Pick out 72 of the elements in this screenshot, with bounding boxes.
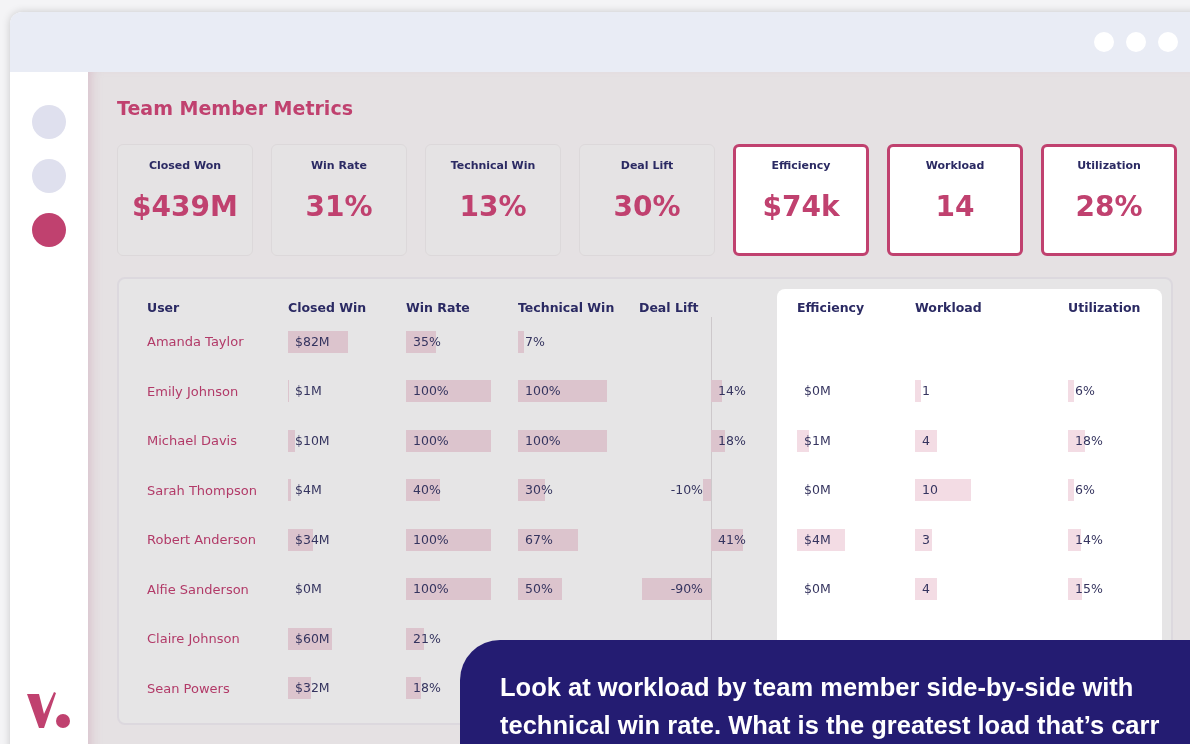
table-cell: $32M — [288, 677, 330, 700]
table-cell: 100% — [406, 528, 491, 551]
user-name: Alfie Sanderson — [147, 581, 250, 597]
table-cell: 67% — [518, 528, 578, 551]
table-cell: 41% — [711, 528, 746, 551]
user-name: Amanda Taylor — [147, 334, 245, 350]
table-cell: 100% — [518, 380, 607, 403]
table-cell: 50% — [518, 578, 563, 601]
nav-item[interactable] — [32, 213, 66, 247]
metric-label: Utilization — [1077, 159, 1141, 172]
table-cell: $1M — [797, 429, 831, 452]
table-cell: 14% — [1068, 528, 1103, 551]
table-cell: 100% — [406, 380, 491, 403]
table-cell: 100% — [406, 429, 491, 452]
table-cell: 100% — [518, 429, 607, 452]
column-header: Efficiency — [797, 299, 866, 315]
table-cell: 15% — [1068, 578, 1103, 601]
table-cell: 14% — [711, 380, 746, 403]
metric-label: Win Rate — [310, 159, 368, 172]
metric-value: $439M — [132, 190, 238, 223]
column-header: User — [147, 299, 181, 315]
metric-value: 31% — [305, 190, 373, 223]
metric-label: Workload — [925, 159, 985, 172]
table-cell: 3 — [915, 528, 932, 551]
table-cell: $10M — [288, 429, 330, 452]
table-cell: 6% — [1068, 380, 1095, 403]
table-cell: 6% — [1068, 479, 1095, 502]
table-cell: 4 — [915, 429, 938, 452]
column-header: Workload — [915, 299, 983, 315]
table-cell: 18% — [1068, 429, 1103, 452]
table-cell: $4M — [797, 528, 845, 551]
table-cell: 10 — [915, 479, 971, 502]
page-title: Team Member Metrics — [117, 96, 354, 121]
user-name: Robert Anderson — [147, 532, 257, 548]
table-cell: -90% — [641, 578, 711, 601]
metric-value: 13% — [459, 190, 527, 223]
user-name: Sarah Thompson — [147, 482, 258, 498]
metric-value: $74k — [762, 190, 840, 223]
metric-label: Efficiency — [771, 159, 831, 172]
table-cell: 1 — [915, 380, 930, 403]
user-name: Emily Johnson — [147, 383, 240, 399]
table-cell: $34M — [288, 528, 330, 551]
user-name: Michael Davis — [147, 433, 238, 449]
column-header: Deal Lift — [639, 299, 700, 315]
table-cell: 35% — [406, 330, 441, 353]
column-header: Technical Win — [518, 299, 616, 315]
table-cell: 21% — [406, 627, 441, 650]
table-cell: 7% — [518, 330, 545, 353]
metric-label: Closed Won — [148, 159, 222, 172]
table-cell: $60M — [288, 627, 332, 650]
callout-text: Look at workload by team member side-by-side with technical win rate. What is the greatest load that’s carr — [500, 672, 1161, 741]
metric-value: 30% — [613, 190, 681, 223]
metric-value: 14 — [935, 190, 975, 223]
table-cell: 4 — [915, 578, 938, 601]
user-name: Claire Johnson — [147, 631, 241, 647]
column-header: Utilization — [1068, 299, 1142, 315]
metric-label: Deal Lift — [620, 159, 674, 172]
metric-label: Technical Win — [450, 159, 536, 172]
metric-value: 28% — [1075, 190, 1143, 223]
table-cell: 30% — [518, 479, 553, 502]
table-cell: 18% — [711, 429, 746, 452]
table-cell: $82M — [288, 330, 348, 353]
logo-icon — [27, 692, 71, 728]
table-cell: 100% — [406, 578, 491, 601]
table-cell: 40% — [406, 479, 441, 502]
column-header: Closed Win — [288, 299, 368, 315]
table-cell: $4M — [288, 479, 322, 502]
table-cell: -10% — [670, 479, 711, 502]
user-name: Sean Powers — [147, 680, 231, 696]
table-cell: $1M — [288, 380, 322, 403]
table-cell: 18% — [406, 677, 441, 700]
column-header: Win Rate — [406, 299, 471, 315]
